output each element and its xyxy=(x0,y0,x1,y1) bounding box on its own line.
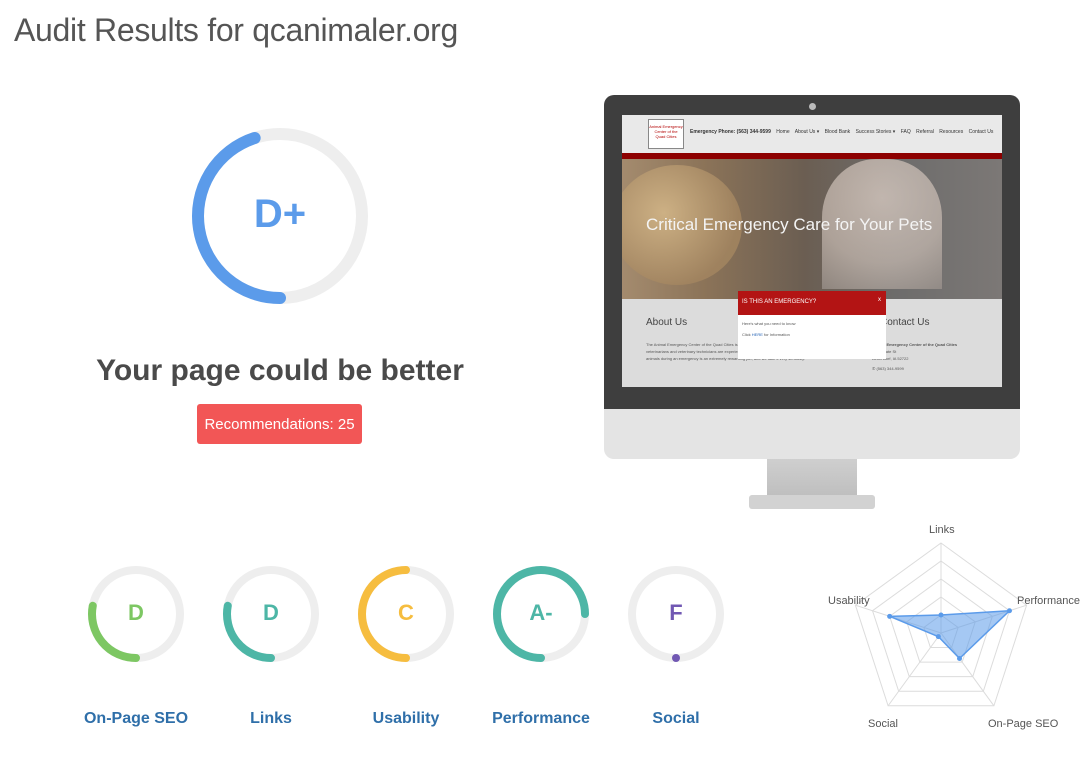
preview-nav-items: Emergency Phone: (563) 344-9599 Home Abo… xyxy=(690,129,997,135)
radar-axis-line xyxy=(887,632,942,707)
monitor-chin xyxy=(604,409,1020,459)
monitor-bezel: Animal Emergency Center of the Quad Citi… xyxy=(604,95,1020,411)
radar-point xyxy=(1006,608,1012,614)
gauge-label[interactable]: Links xyxy=(201,710,341,728)
gauge-grade: F xyxy=(669,600,683,625)
radar-point xyxy=(887,613,893,619)
preview-about-heading: About Us xyxy=(646,317,688,328)
radar-axis-label: Usability xyxy=(828,595,870,607)
preview-popup-line: Here's what you need to know xyxy=(742,321,796,326)
gauge-grade: D xyxy=(128,600,144,625)
monitor-stand-neck xyxy=(767,459,857,499)
preview-nav-item: Resources xyxy=(939,129,964,135)
preview-nav-item: Blood Bank xyxy=(824,129,851,135)
preview-contact-street: 2650 State St xyxy=(872,349,897,354)
radar-axis-label: Performance xyxy=(1017,595,1080,607)
radar-point xyxy=(938,612,944,618)
preview-nav-item: Home xyxy=(776,129,790,135)
gauge-label[interactable]: Performance xyxy=(471,710,611,728)
radar-axis-label: Social xyxy=(868,718,898,730)
score-summary: Your page could be better xyxy=(96,354,464,387)
radar-axis-label: Links xyxy=(929,524,955,536)
preview-popup-text: for Information xyxy=(762,332,790,337)
preview-popup-title: IS THIS AN EMERGENCY? xyxy=(742,299,817,305)
camera-icon xyxy=(809,103,816,110)
radar-series-area xyxy=(889,609,1012,660)
website-screenshot: Animal Emergency Center of the Quad Citi… xyxy=(622,115,1002,387)
preview-contact-city: Bettendorf, IA 52722 xyxy=(872,356,909,361)
gauge-grade: C xyxy=(398,600,414,625)
preview-contact-phone: ✆ (563) 344-9599 xyxy=(872,366,904,371)
category-radar-chart: Links Performance On-Page SEO Social Usa… xyxy=(820,518,1080,738)
gauge-label[interactable]: Usability xyxy=(336,710,476,728)
radar-point xyxy=(957,655,963,661)
gauge-grade: D xyxy=(263,600,279,625)
gauge-grade: A- xyxy=(529,600,553,625)
overall-score-gauge: D+ xyxy=(190,104,370,328)
radar-point xyxy=(935,634,941,640)
overall-grade: D+ xyxy=(253,192,307,236)
website-preview-monitor: Animal Emergency Center of the Quad Citi… xyxy=(604,95,1020,515)
gauge-progress-dot xyxy=(672,654,680,662)
recommendations-button[interactable]: Recommendations: 25 xyxy=(197,404,362,444)
preview-nav-item: FAQ xyxy=(900,129,911,135)
preview-navbar: Animal Emergency Center of the Quad Citi… xyxy=(622,115,1002,153)
page-title: Audit Results for qcanimaler.org xyxy=(14,12,458,48)
radar-axis-label: On-Page SEO xyxy=(988,718,1059,730)
gauge-label[interactable]: Social xyxy=(606,710,746,728)
preview-emergency-popup: IS THIS AN EMERGENCY? x Here's what you … xyxy=(738,291,886,359)
monitor-stand-base xyxy=(749,495,875,509)
radar-plot xyxy=(854,542,1028,707)
preview-contact-heading: Contact Us xyxy=(880,317,930,328)
preview-nav-item: About Us ▾ xyxy=(794,129,820,135)
preview-hero-heading: Critical Emergency Care for Your Pets xyxy=(646,215,933,234)
preview-nav-item: Contact Us xyxy=(968,129,994,135)
close-icon: x xyxy=(878,297,881,303)
preview-logo: Animal Emergency Center of the Quad Citi… xyxy=(648,119,684,149)
preview-popup-link-line: Click HERE for Information xyxy=(738,326,886,337)
preview-popup-header: IS THIS AN EMERGENCY? x xyxy=(738,291,886,315)
preview-popup-text: Click xyxy=(742,332,752,337)
preview-popup-link: HERE xyxy=(751,332,763,337)
preview-nav-item: Emergency Phone: (563) 344-9599 xyxy=(690,129,771,135)
preview-nav-item: Referral xyxy=(916,129,934,135)
preview-contact-block: Animal Emergency Center of the Quad Citi… xyxy=(872,341,992,372)
gauge-label[interactable]: On-Page SEO xyxy=(66,710,206,728)
preview-nav-item: Success Stories ▾ xyxy=(855,129,896,135)
